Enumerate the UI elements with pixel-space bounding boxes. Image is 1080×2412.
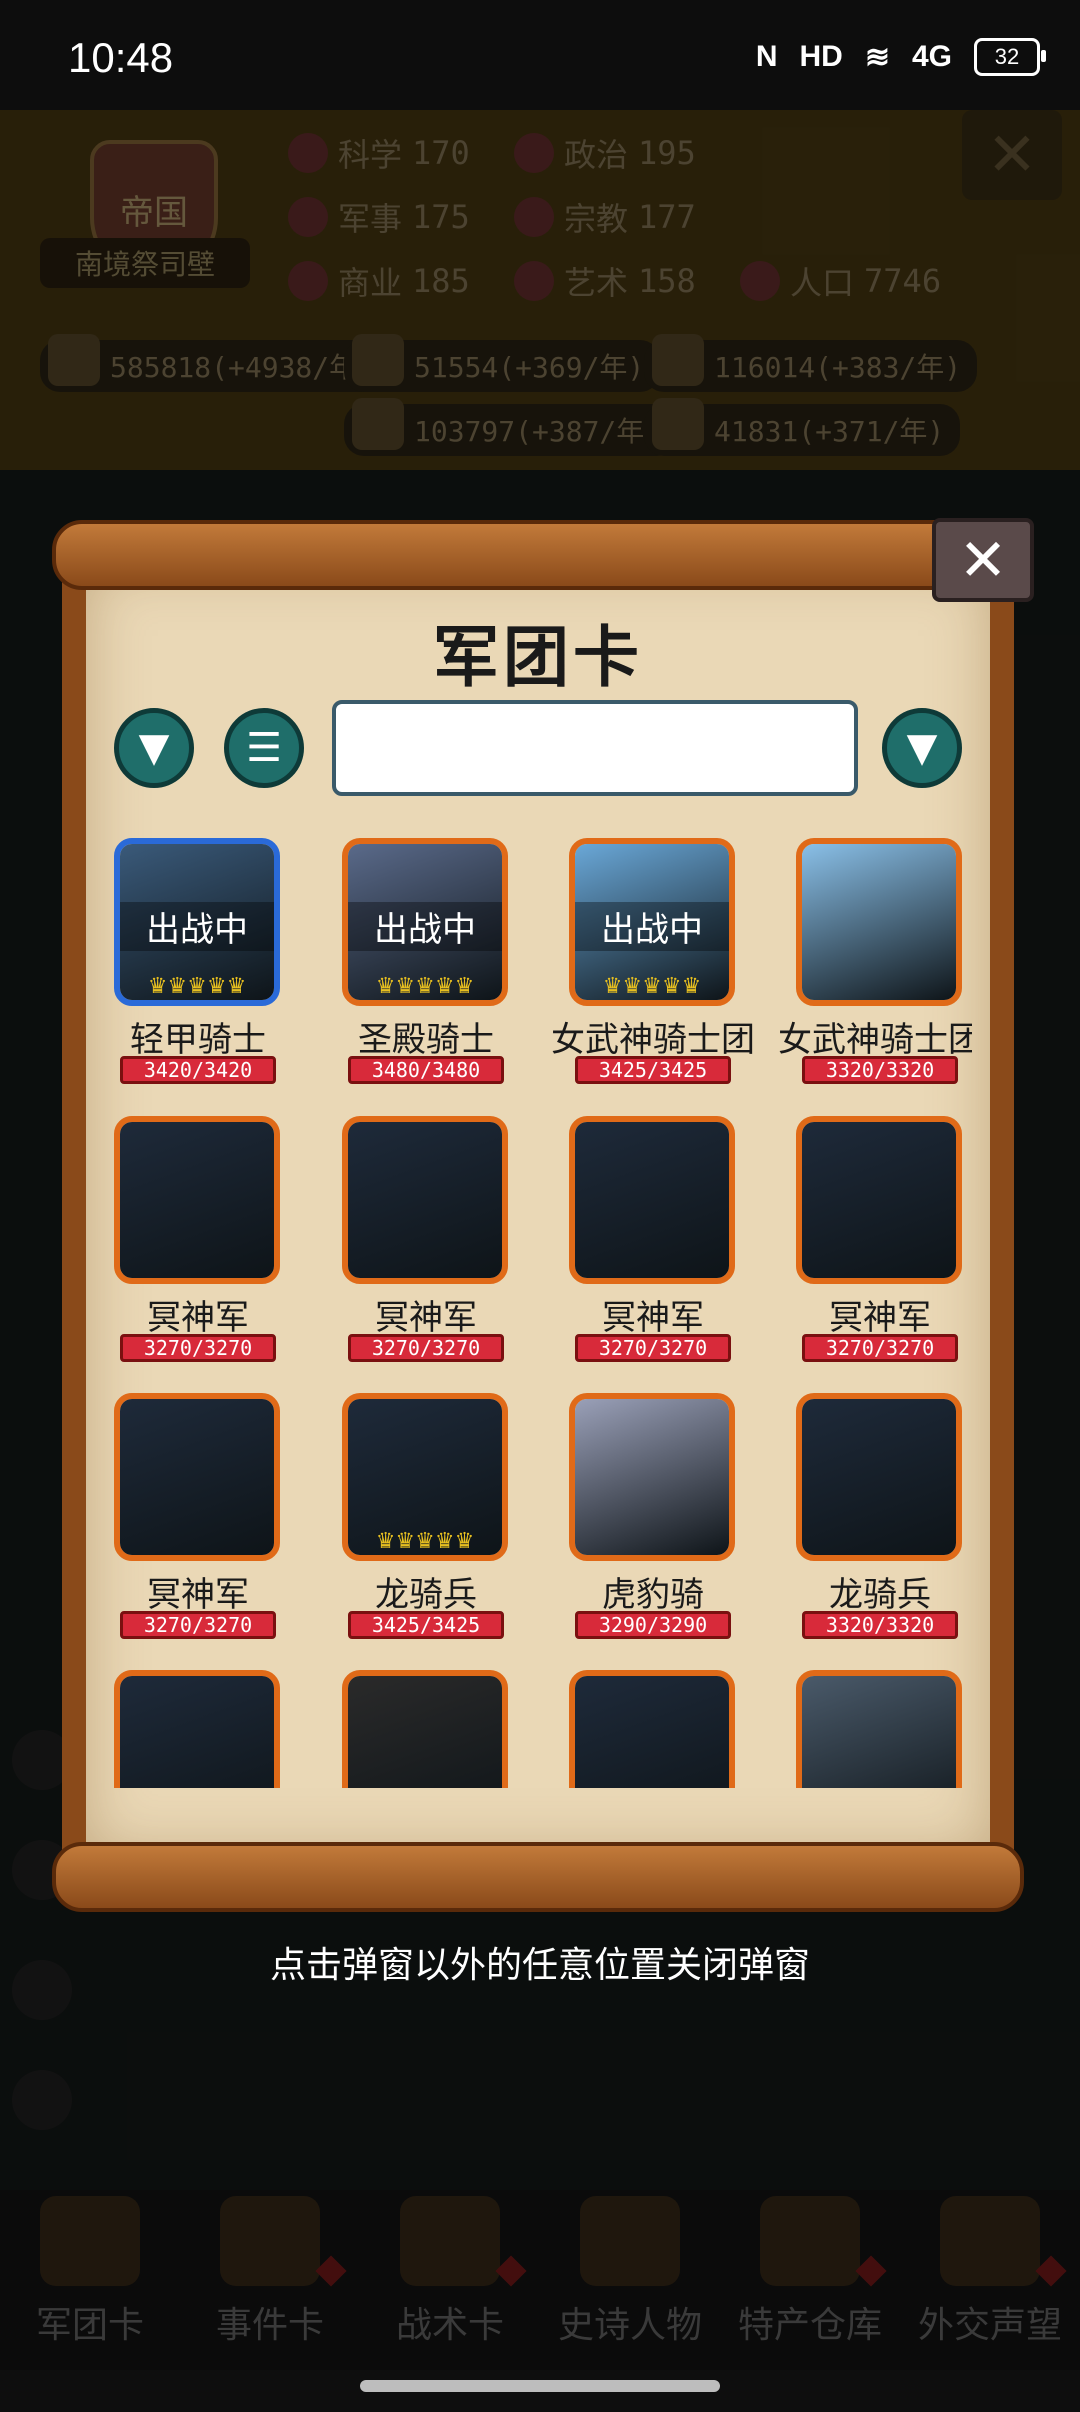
deployed-badge: 出战中 bbox=[575, 902, 729, 951]
list-view-button[interactable]: ☰ bbox=[224, 708, 304, 788]
card-grid: 出战中 ♛♛♛♛♛ 轻甲骑士 3420/3420 出战中 ♛♛♛♛♛ 圣殿骑士 3480/34… bbox=[112, 838, 972, 1788]
card-name: 龙骑兵 bbox=[829, 1575, 931, 1615]
card-portrait[interactable] bbox=[569, 1670, 735, 1788]
unit-portrait-icon bbox=[348, 1676, 502, 1788]
card-name: 冥神军 bbox=[147, 1298, 249, 1338]
card-hp-bar: 3270/3270 bbox=[120, 1611, 276, 1639]
wifi-icon: ≋ bbox=[864, 40, 890, 74]
card-portrait[interactable] bbox=[342, 1670, 508, 1788]
card-portrait[interactable]: 出战中 ♛♛♛♛♛ bbox=[342, 838, 508, 1006]
home-indicator[interactable] bbox=[360, 2380, 720, 2392]
nfc-icon: N bbox=[755, 40, 778, 73]
card-portrait[interactable] bbox=[114, 1116, 280, 1284]
unit-portrait-icon bbox=[575, 1122, 729, 1278]
card-hp-bar: 3270/3270 bbox=[120, 1334, 276, 1362]
card-name: 圣殿骑士 bbox=[358, 1020, 494, 1060]
card-name: 虎豹骑 bbox=[602, 1575, 704, 1615]
card-name: 冥神军 bbox=[602, 1298, 704, 1338]
card-portrait[interactable] bbox=[569, 1116, 735, 1284]
unit-portrait-icon bbox=[802, 1122, 956, 1278]
card-name: 女武神骑士团 bbox=[551, 1020, 755, 1060]
card-portrait[interactable] bbox=[796, 1670, 962, 1788]
unit-portrait-icon bbox=[802, 844, 956, 1000]
unit-portrait-icon bbox=[802, 1676, 956, 1788]
card-portrait[interactable] bbox=[114, 1670, 280, 1788]
card-portrait[interactable]: 出战中 ♛♛♛♛♛ bbox=[569, 838, 735, 1006]
unit-portrait-icon bbox=[120, 1122, 274, 1278]
card-hp-bar: 3425/3425 bbox=[348, 1611, 504, 1639]
card-hp-bar: 3425/3425 bbox=[575, 1056, 731, 1084]
card-hp-bar: 3270/3270 bbox=[575, 1334, 731, 1362]
card-portrait[interactable] bbox=[569, 1393, 735, 1561]
card-name: 冥神军 bbox=[147, 1575, 249, 1615]
scroll-roll-top bbox=[52, 520, 1024, 590]
unit-portrait-icon bbox=[575, 1676, 729, 1788]
filter-button[interactable]: ▼ bbox=[882, 708, 962, 788]
card-portrait[interactable] bbox=[342, 1116, 508, 1284]
unit-portrait-icon bbox=[120, 1399, 274, 1555]
card-portrait[interactable] bbox=[796, 838, 962, 1006]
filter-icon: ▼ bbox=[906, 725, 938, 771]
card-name: 女武神骑士团 bbox=[778, 1020, 972, 1060]
status-time: 10:48 bbox=[68, 34, 174, 81]
card-hp-bar: 3420/3420 bbox=[120, 1056, 276, 1084]
crown-rank-icon: ♛♛♛♛♛ bbox=[602, 974, 702, 999]
modal-title: 军团卡 bbox=[433, 619, 643, 696]
modal-close-button[interactable]: ✕ bbox=[932, 518, 1034, 602]
scroll-roll-bottom bbox=[52, 1842, 1024, 1912]
battery-icon: 32 bbox=[974, 38, 1046, 76]
card-portrait[interactable]: 出战中 ♛♛♛♛♛ bbox=[114, 838, 280, 1006]
crown-rank-icon: ♛♛♛♛♛ bbox=[375, 974, 475, 999]
card-portrait[interactable]: ♛♛♛♛♛ bbox=[342, 1393, 508, 1561]
card-name: 轻甲骑士 bbox=[130, 1020, 266, 1060]
card-hp-bar: 3480/3480 bbox=[348, 1056, 504, 1084]
card-hp-bar: 3320/3320 bbox=[802, 1611, 958, 1639]
arrow-down-icon: ▼ bbox=[138, 725, 170, 771]
list-icon: ☰ bbox=[246, 725, 282, 771]
search-input[interactable] bbox=[332, 700, 858, 796]
deployed-badge: 出战中 bbox=[120, 902, 274, 951]
card-hp-bar: 3320/3320 bbox=[802, 1056, 958, 1084]
unit-portrait-icon bbox=[575, 1399, 729, 1555]
card-hp-bar: 3270/3270 bbox=[802, 1334, 958, 1362]
sort-down-button[interactable]: ▼ bbox=[114, 708, 194, 788]
card-portrait[interactable] bbox=[796, 1116, 962, 1284]
card-portrait[interactable] bbox=[114, 1393, 280, 1561]
card-hp-bar: 3290/3290 bbox=[575, 1611, 731, 1639]
card-name: 冥神军 bbox=[829, 1298, 931, 1338]
unit-portrait-icon bbox=[802, 1399, 956, 1555]
card-name: 冥神军 bbox=[375, 1298, 477, 1338]
card-portrait[interactable] bbox=[796, 1393, 962, 1561]
hd-icon: HD bbox=[799, 40, 843, 73]
deployed-badge: 出战中 bbox=[348, 902, 502, 951]
status-bar: 10:48 N HD ≋ 4G 32 bbox=[0, 0, 1080, 110]
card-hp-bar: 3270/3270 bbox=[348, 1334, 504, 1362]
signal-4g-icon: 4G bbox=[911, 40, 952, 73]
card-name: 龙骑兵 bbox=[375, 1575, 477, 1615]
status-icons: N HD ≋ 4G 32 bbox=[755, 38, 1046, 76]
unit-portrait-icon bbox=[348, 1122, 502, 1278]
close-hint: 点击弹窗以外的任意位置关闭弹窗 bbox=[269, 1945, 810, 1986]
unit-portrait-icon bbox=[120, 1676, 274, 1788]
crown-rank-icon: ♛♛♛♛♛ bbox=[375, 1529, 475, 1554]
crown-rank-icon: ♛♛♛♛♛ bbox=[147, 974, 247, 999]
